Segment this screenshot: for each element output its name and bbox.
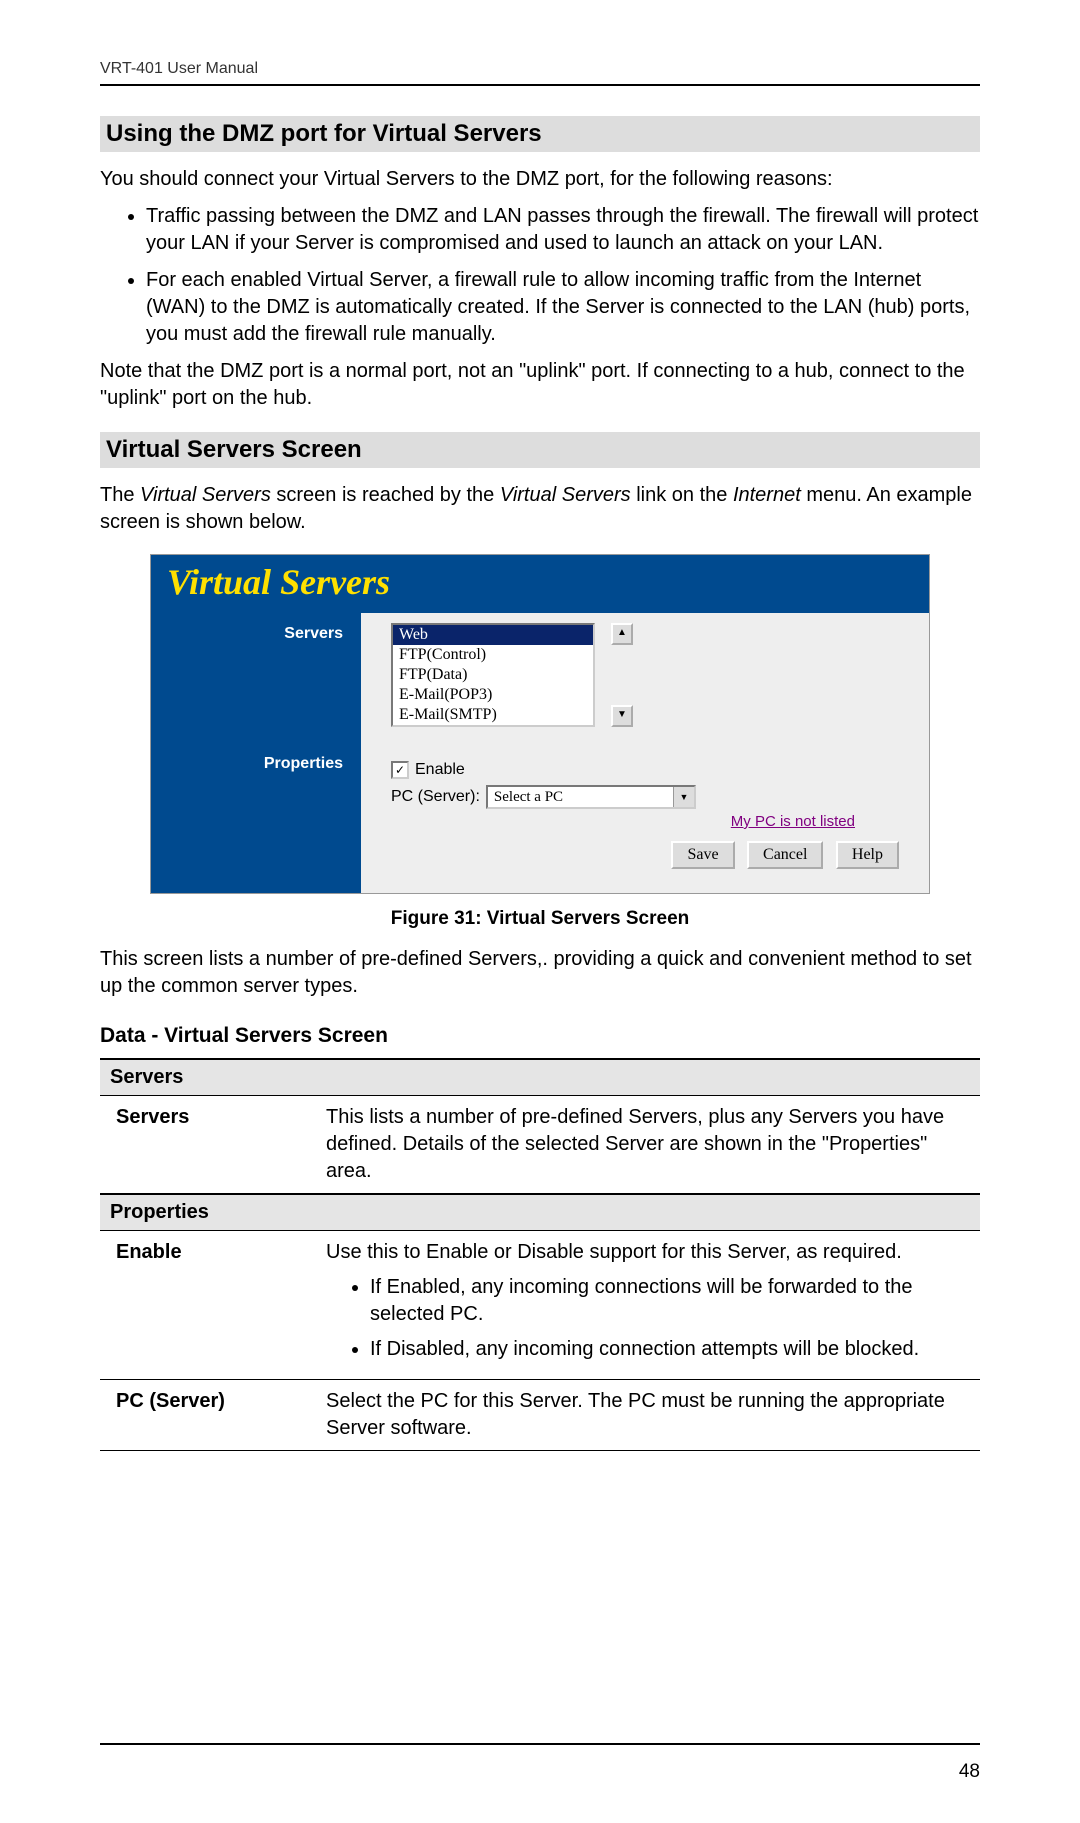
table-section-header: Properties (100, 1194, 980, 1231)
servers-listbox[interactable]: Web FTP(Control) FTP(Data) E-Mail(POP3) … (391, 623, 595, 727)
pc-server-select[interactable]: Select a PC ▼ (486, 785, 696, 809)
pc-server-label: PC (Server): (391, 788, 480, 806)
label-properties: Properties (151, 743, 361, 893)
section-heading-vs: Virtual Servers Screen (100, 432, 980, 468)
after-figure-text: This screen lists a number of pre-define… (100, 946, 980, 1000)
bullet-list: Traffic passing between the DMZ and LAN … (100, 203, 980, 348)
bullet-item: For each enabled Virtual Server, a firew… (146, 267, 980, 348)
virtual-servers-screenshot: Virtual Servers Servers Web FTP(Control)… (150, 554, 930, 894)
page-number: 48 (100, 1743, 980, 1783)
enable-checkbox[interactable]: ✓ (391, 761, 409, 779)
note-text: Note that the DMZ port is a normal port,… (100, 358, 980, 412)
listbox-option[interactable]: Web (393, 625, 593, 645)
table-value: Use this to Enable or Disable support fo… (316, 1231, 980, 1380)
table-value: Select the PC for this Server. The PC mu… (316, 1380, 980, 1451)
pc-select-value: Select a PC (494, 789, 563, 806)
scroll-up-icon[interactable]: ▲ (611, 623, 633, 645)
enable-label: Enable (415, 761, 465, 779)
table-key: PC (Server) (100, 1380, 316, 1451)
table-value: This lists a number of pre-defined Serve… (316, 1096, 980, 1195)
scroll-down-icon[interactable]: ▼ (611, 705, 633, 727)
table-key: Enable (100, 1231, 316, 1380)
section-heading-dmz: Using the DMZ port for Virtual Servers (100, 116, 980, 152)
data-table: Servers Servers This lists a number of p… (100, 1058, 980, 1451)
intro-text: You should connect your Virtual Servers … (100, 166, 980, 193)
help-button[interactable]: Help (836, 841, 899, 869)
listbox-option[interactable]: E-Mail(SMTP) (393, 705, 593, 725)
listbox-option[interactable]: FTP(Control) (393, 645, 593, 665)
table-bullet: If Disabled, any incoming connection att… (370, 1336, 970, 1363)
my-pc-not-listed-link[interactable]: My PC is not listed (731, 813, 855, 830)
table-key: Servers (100, 1096, 316, 1195)
data-table-heading: Data - Virtual Servers Screen (100, 1024, 980, 1048)
vs-intro: The Virtual Servers screen is reached by… (100, 482, 980, 536)
cancel-button[interactable]: Cancel (747, 841, 823, 869)
table-bullet: If Enabled, any incoming connections wil… (370, 1274, 970, 1328)
listbox-option[interactable]: FTP(Data) (393, 665, 593, 685)
chevron-down-icon[interactable]: ▼ (673, 787, 694, 807)
label-servers: Servers (151, 613, 361, 743)
figure-caption: Figure 31: Virtual Servers Screen (100, 908, 980, 930)
save-button[interactable]: Save (671, 841, 734, 869)
panel-title: Virtual Servers (151, 555, 929, 613)
table-section-header: Servers (100, 1059, 980, 1096)
doc-header: VRT-401 User Manual (100, 60, 980, 86)
listbox-option[interactable]: E-Mail(POP3) (393, 685, 593, 705)
bullet-item: Traffic passing between the DMZ and LAN … (146, 203, 980, 257)
